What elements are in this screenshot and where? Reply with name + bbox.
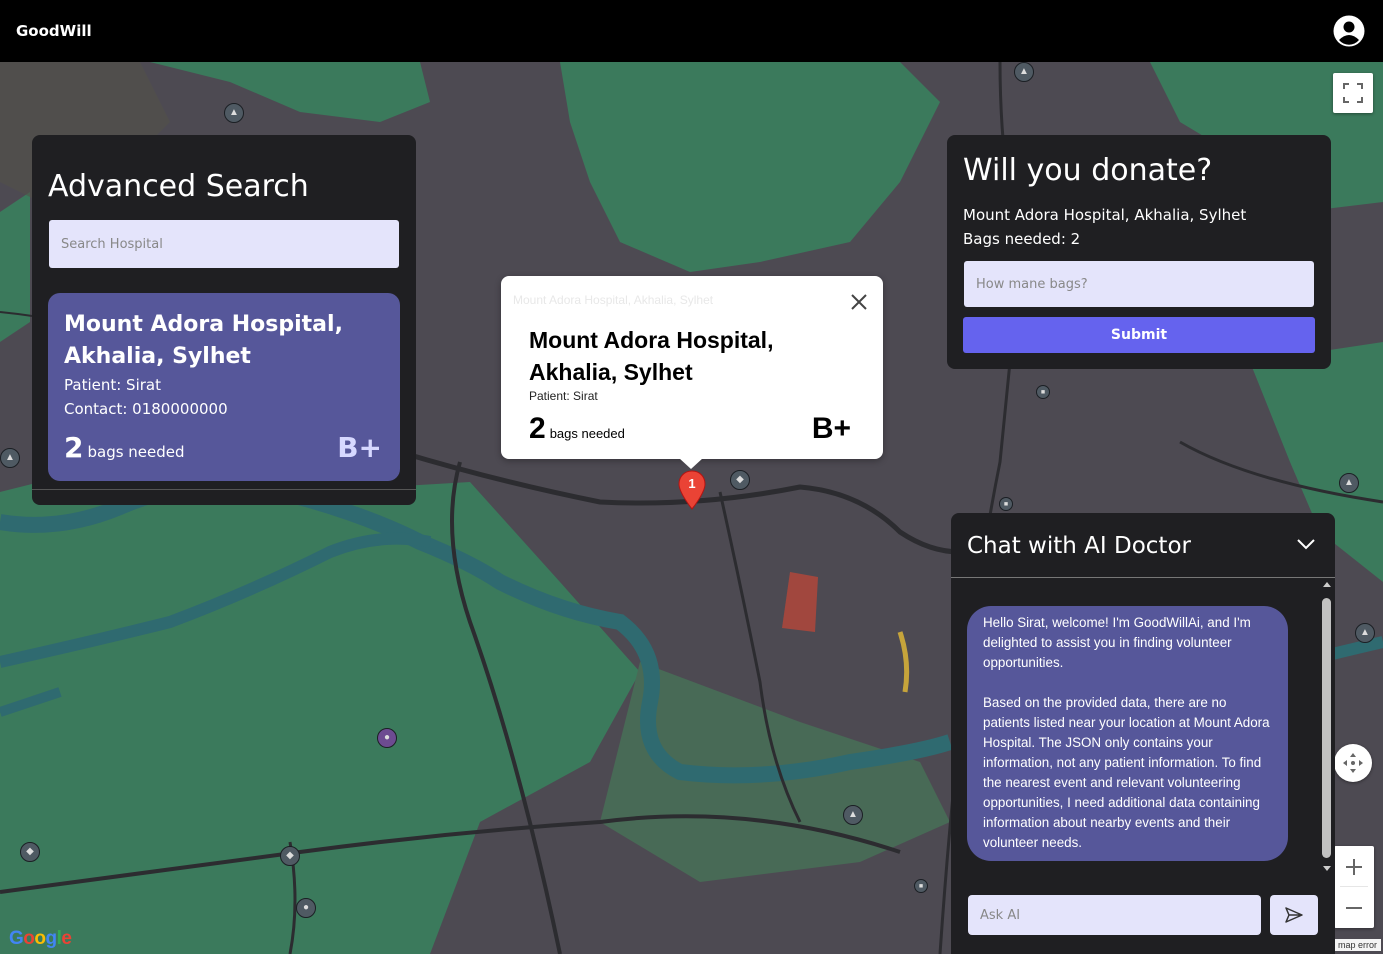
google-logo[interactable]: Google [9, 928, 72, 950]
panel-divider [32, 489, 416, 490]
school-icon[interactable]: ▲ [0, 448, 20, 468]
zoom-controls [1334, 846, 1374, 928]
search-panel-title: Advanced Search [48, 169, 309, 204]
top-bar: GoodWill [0, 0, 1383, 62]
scroll-up-arrow-icon[interactable] [1323, 582, 1331, 587]
scroll-down-arrow-icon[interactable] [1323, 866, 1331, 871]
chat-panel-title: Chat with AI Doctor [967, 533, 1191, 559]
fullscreen-icon [1343, 83, 1363, 103]
ai-message-bubble: Hello Sirat, welcome! I'm GoodWillAi, an… [967, 606, 1288, 861]
ask-ai-input[interactable] [968, 895, 1261, 935]
info-window-bags-count: 2 [529, 412, 546, 445]
bus-stop-icon[interactable]: ■ [1036, 385, 1050, 399]
chat-scrollbar[interactable] [1322, 581, 1332, 876]
hospital-name: Mount Adora Hospital, Akhalia, Sylhet [64, 312, 343, 369]
school-icon[interactable]: ▲ [1339, 473, 1359, 493]
bus-stop-icon[interactable]: ■ [914, 879, 928, 893]
shopping-cart-icon[interactable]: ◆ [730, 470, 750, 490]
school-icon[interactable]: ▲ [1355, 623, 1375, 643]
bags-needed: 2 bags needed [64, 431, 185, 464]
minus-icon [1346, 906, 1362, 909]
info-window-hospital: Mount Adora Hospital, Akhalia, Sylhet [529, 327, 774, 385]
shopping-cart-icon[interactable]: ◆ [20, 842, 40, 862]
info-window-bags-label: bags needed [549, 426, 625, 441]
donate-hospital: Mount Adora Hospital, Akhalia, Sylhet [963, 206, 1247, 224]
map-marker-icon[interactable]: 1 [678, 470, 706, 510]
account-circle-icon[interactable] [1333, 15, 1365, 47]
info-window-patient: Patient: Sirat [529, 389, 598, 403]
zoom-in-button[interactable] [1334, 846, 1374, 887]
bus-stop-icon[interactable]: ■ [999, 497, 1013, 511]
donate-panel: Will you donate? Mount Adora Hospital, A… [947, 135, 1331, 369]
bags-quantity-input[interactable] [964, 261, 1314, 307]
submit-button[interactable]: Submit [963, 317, 1315, 353]
info-window-blood-group: B+ [811, 412, 851, 445]
send-button[interactable] [1270, 895, 1318, 935]
hospital-result-card[interactable]: Mount Adora Hospital, Akhalia, Sylhet Pa… [48, 293, 400, 481]
close-icon[interactable] [847, 290, 871, 314]
zoom-out-button[interactable] [1334, 887, 1374, 928]
school-icon[interactable]: ▲ [224, 103, 244, 123]
fullscreen-button[interactable] [1333, 73, 1373, 113]
marker-label: 1 [688, 476, 695, 491]
advanced-search-panel: Advanced Search Mount Adora Hospital, Ak… [32, 135, 416, 505]
camera-control-button[interactable] [1334, 744, 1372, 782]
brand-logo[interactable]: GoodWill [16, 22, 92, 40]
send-icon [1285, 907, 1303, 923]
bags-label: bags needed [87, 443, 185, 461]
scrollbar-thumb[interactable] [1322, 598, 1331, 858]
school-icon[interactable]: ▲ [843, 805, 863, 825]
map-error-label[interactable]: map error [1334, 939, 1382, 951]
move-arrows-icon [1343, 753, 1363, 773]
map-info-window: Mount Adora Hospital, Akhalia, Sylhet Mo… [501, 276, 883, 459]
shopping-cart-icon[interactable]: ◆ [280, 846, 300, 866]
plus-icon [1346, 858, 1362, 875]
info-window-bags: 2 bags needed [529, 412, 625, 446]
info-window-tail [679, 458, 703, 469]
bags-count: 2 [64, 431, 84, 464]
info-window-ghost-title: Mount Adora Hospital, Akhalia, Sylhet [513, 293, 714, 307]
zoom-divider [1340, 886, 1368, 887]
donate-panel-title: Will you donate? [963, 153, 1213, 188]
donate-bags-needed: Bags needed: 2 [963, 230, 1081, 248]
camera-icon[interactable]: ● [377, 728, 397, 748]
blood-group: B+ [337, 431, 382, 464]
chat-messages[interactable]: Hello Sirat, welcome! I'm GoodWillAi, an… [951, 581, 1335, 873]
school-icon[interactable]: ▲ [1014, 62, 1034, 82]
patient-name: Patient: Sirat [64, 376, 161, 394]
contact-number: Contact: 0180000000 [64, 400, 228, 418]
ai-doctor-chat-panel: Chat with AI Doctor Hello Sirat, welcome… [951, 513, 1335, 954]
search-hospital-input[interactable] [49, 220, 399, 268]
lock-icon[interactable]: ● [296, 898, 316, 918]
chevron-down-icon[interactable] [1295, 533, 1317, 555]
chat-divider [951, 577, 1335, 578]
